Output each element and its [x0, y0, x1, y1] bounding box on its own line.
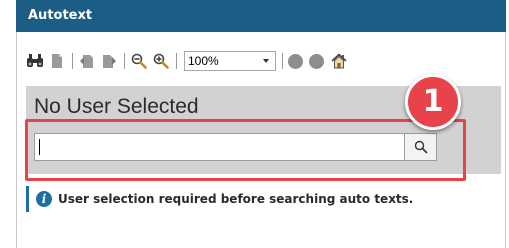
info-message: i User selection required before searchi… [26, 186, 501, 212]
circle-icon[interactable] [309, 53, 324, 69]
highlight-box [25, 119, 466, 181]
chevron-down-icon [263, 59, 269, 63]
circle-icon[interactable] [288, 53, 303, 69]
back-icon[interactable] [78, 52, 96, 70]
zoom-value: 100% [188, 54, 219, 68]
page-icon[interactable] [48, 52, 66, 70]
window-title: Autotext [28, 8, 93, 23]
window-title-bar: Autotext [16, 0, 506, 32]
toolbar-separator [176, 53, 177, 69]
toolbar-separator [124, 53, 125, 69]
home-icon[interactable] [330, 52, 348, 70]
forward-icon[interactable] [100, 52, 118, 70]
user-heading: No User Selected [34, 95, 199, 118]
info-icon: i [36, 191, 52, 207]
toolbar-separator [72, 53, 73, 69]
step-callout: 1 [405, 74, 461, 130]
info-text: User selection required before searching… [58, 192, 414, 206]
zoom-in-icon[interactable] [152, 52, 170, 70]
zoom-out-icon[interactable] [130, 52, 148, 70]
zoom-select[interactable]: 100% [184, 51, 276, 71]
toolbar-separator [282, 53, 283, 69]
toolbar: 100% [26, 49, 352, 73]
find-icon[interactable] [26, 52, 44, 70]
